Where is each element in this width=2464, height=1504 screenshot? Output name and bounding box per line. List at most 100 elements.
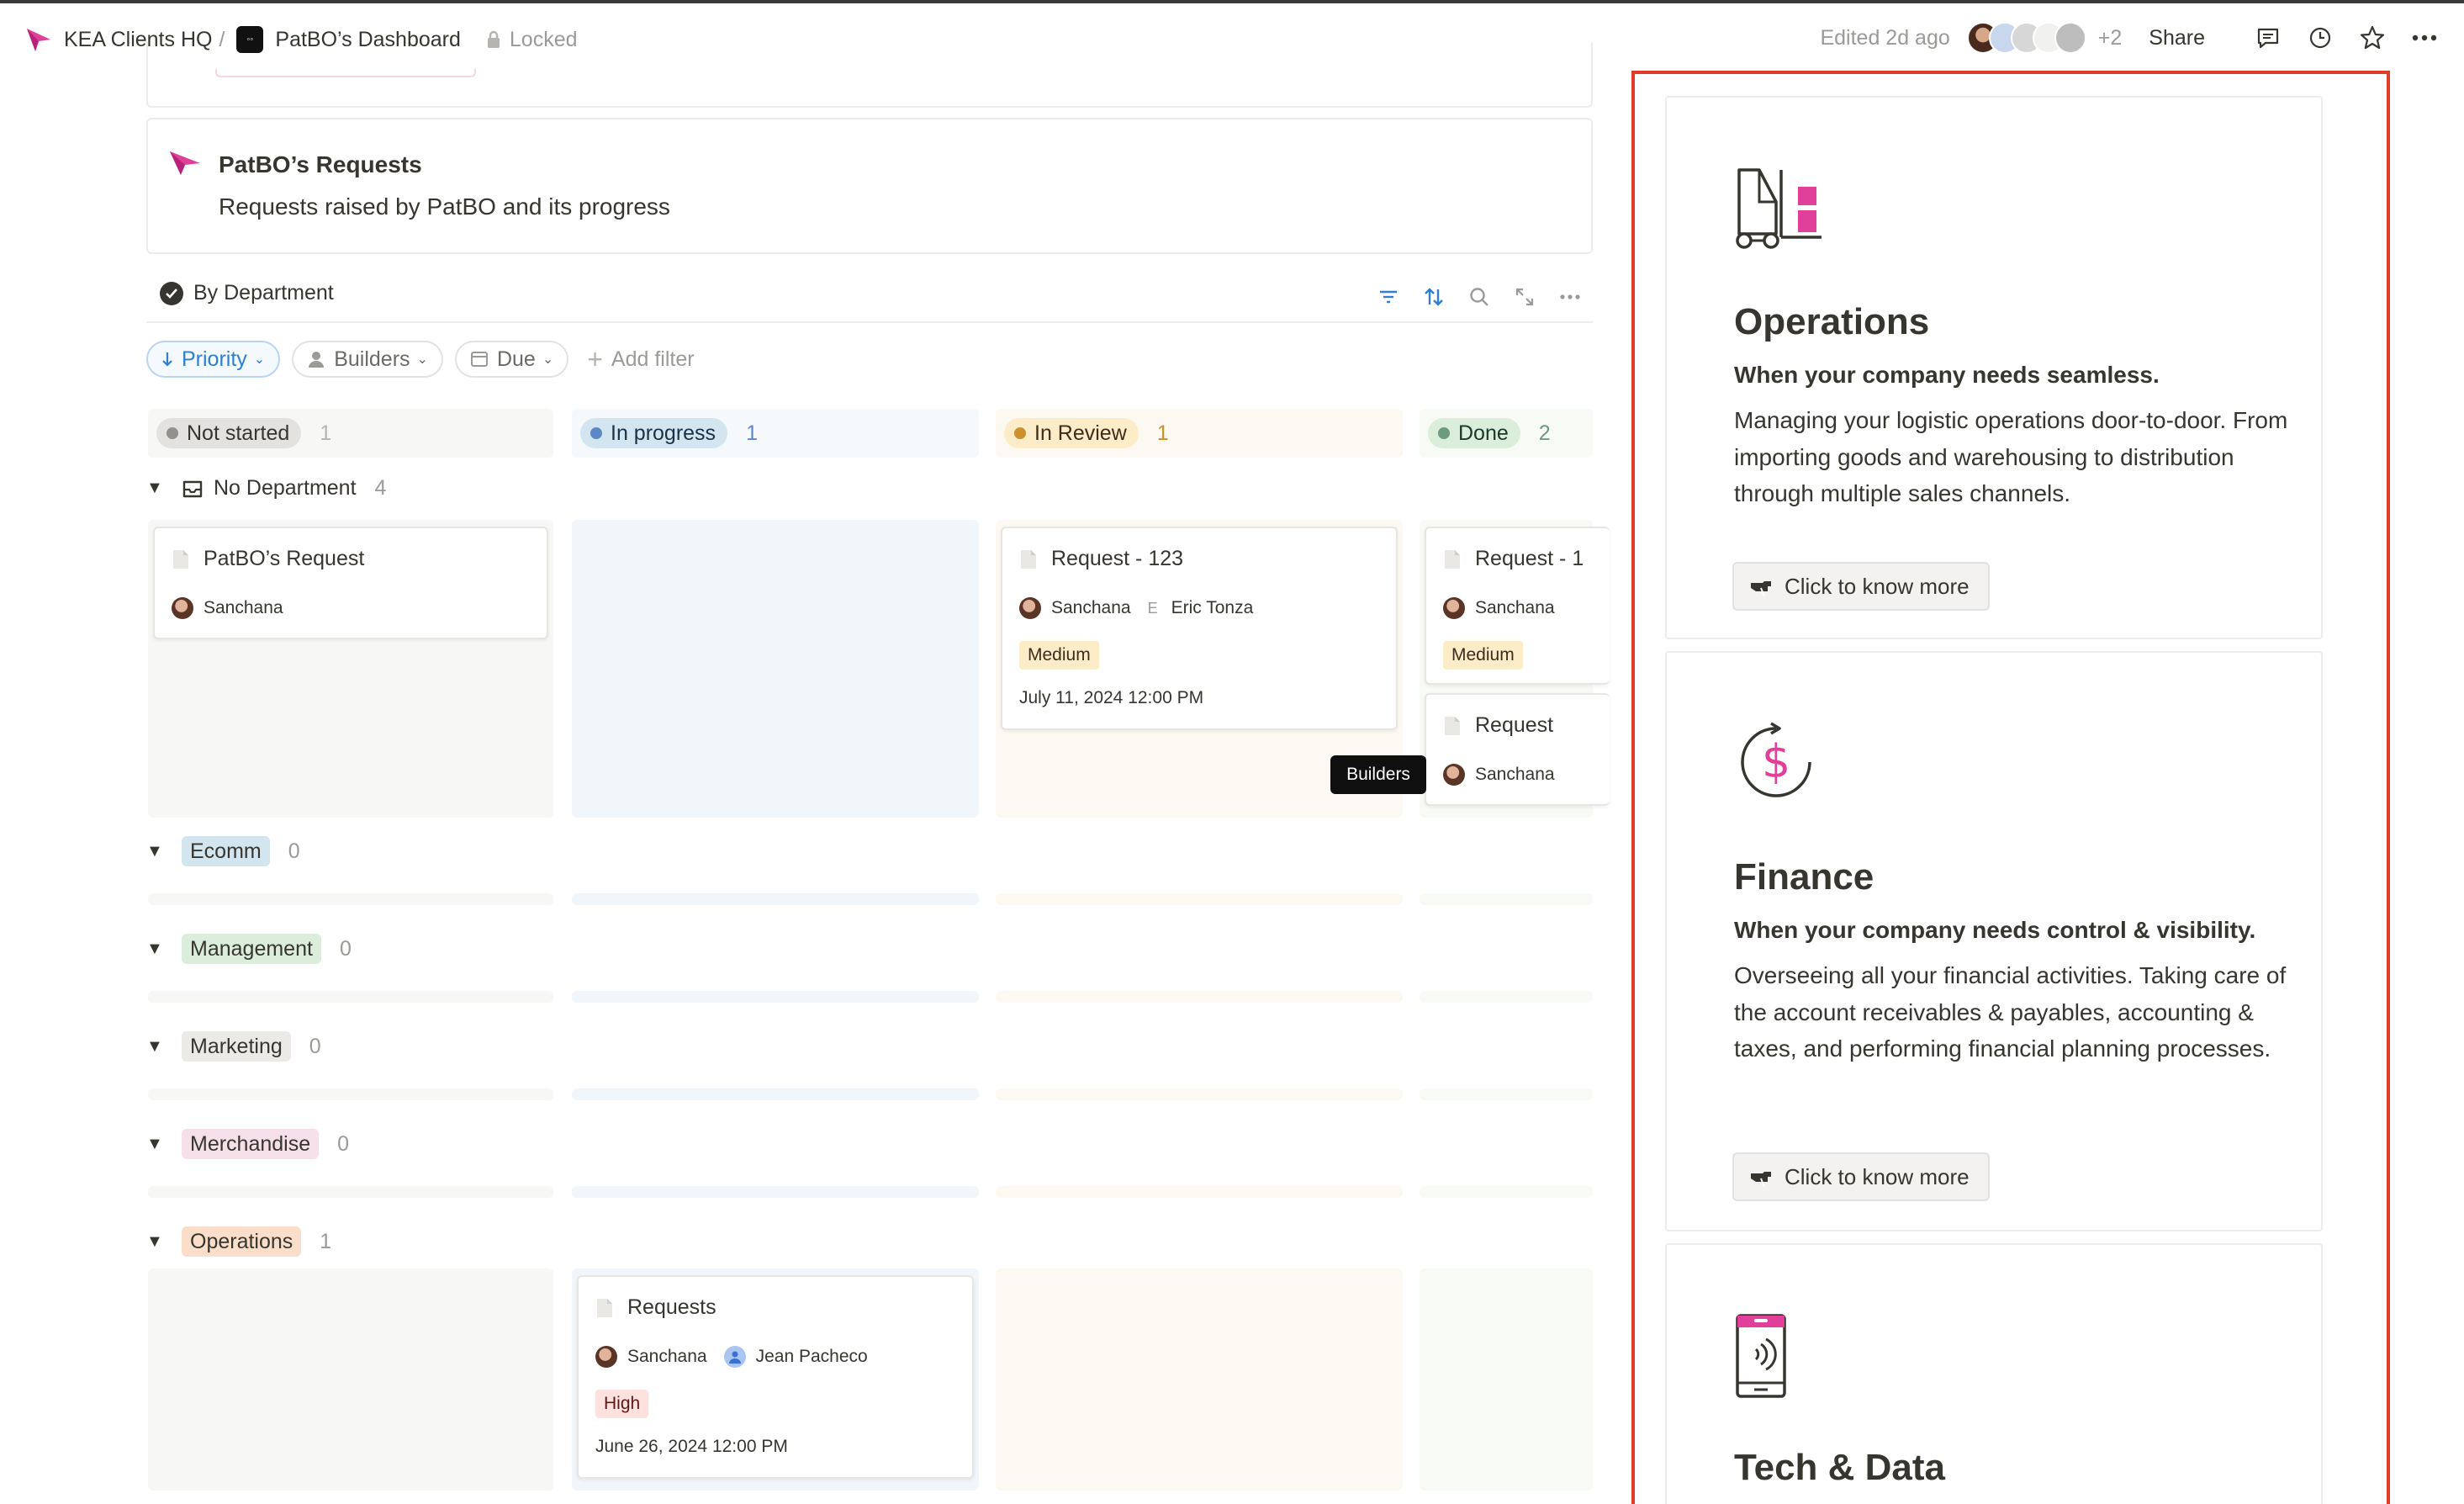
column-header-done[interactable]: Done 2 [1420,409,1593,458]
more-icon[interactable] [1547,279,1593,315]
history-icon[interactable] [2303,20,2338,56]
card-title: PatBO’s Request [204,547,365,570]
avatar [1019,597,1041,619]
services-panel: Operations When your company needs seaml… [1631,71,2390,1504]
toggle-triangle-icon[interactable]: ▼ [146,1232,163,1252]
column-header-in-review[interactable]: In Review 1 [996,409,1403,458]
card-request-1[interactable]: Request - 1 Sanchana Medium [1425,527,1610,685]
group-label: No Department [214,476,357,500]
due-date: June 26, 2024 12:00 PM [595,1437,788,1456]
group-label: Merchandise [182,1129,320,1159]
service-title: Tech & Data [1734,1447,1946,1488]
collaborator-avatars[interactable] [1966,22,2086,54]
column-header-in-progress[interactable]: In progress 1 [572,409,979,458]
column-label: Not started [187,421,290,445]
group-no-department[interactable]: ▼ No Department 4 [146,476,386,500]
know-more-button[interactable]: Click to know more [1732,1152,1990,1201]
card-patbo-request[interactable]: PatBO’s Request Sanchana [153,527,548,639]
lane-strip [996,991,1403,1003]
priority-tag: Medium [1019,641,1099,670]
more-icon[interactable] [2407,20,2442,56]
view-bar: By Department [146,274,1593,323]
inbox-icon [182,479,204,499]
group-label: Operations [182,1226,302,1257]
edited-timestamp: Edited 2d ago [1820,25,1950,50]
lane-in-progress [572,520,979,818]
filter-bar: Priority ⌄ Builders ⌄ Due ⌄ + Add filter [146,340,695,379]
group-management[interactable]: ▼ Management 0 [146,934,352,964]
card-request[interactable]: Request Sanchana [1425,693,1610,806]
status-badge: In Review [1004,418,1139,448]
document-icon [1443,715,1462,737]
priority-filter-chip[interactable]: Priority ⌄ [146,341,281,378]
toggle-triangle-icon[interactable]: ▼ [146,479,163,498]
comments-icon[interactable] [2250,20,2286,56]
due-filter-chip[interactable]: Due ⌄ [454,341,569,378]
card-assignees: Sanchana E Eric Tonza [1019,597,1253,619]
card-title: Request - 1 [1475,547,1584,570]
lane-strip [996,893,1403,905]
status-badge: Not started [156,418,302,448]
lane-strip [148,1186,553,1198]
mobile-nfc-icon [1736,1314,1786,1398]
lane-strip [572,1088,979,1100]
toggle-triangle-icon[interactable]: ▼ [146,842,163,861]
lane-strip [148,893,553,905]
group-marketing[interactable]: ▼ Marketing 0 [146,1031,321,1062]
document-icon [172,548,190,570]
calendar-icon [470,351,489,368]
view-toolbar [1366,279,1593,315]
know-more-button[interactable]: Click to know more [1732,562,1990,611]
group-operations[interactable]: ▼ Operations 1 [146,1226,331,1257]
avatar[interactable] [2054,22,2086,54]
previous-block [146,42,1593,108]
card-requests[interactable]: Requests Sanchana Jean Pacheco High June… [577,1275,974,1479]
toggle-triangle-icon[interactable]: ▼ [146,1037,163,1057]
more-collaborators-count[interactable]: +2 [2098,26,2123,50]
priority-filter-label: Priority [182,347,247,371]
column-count: 1 [1156,421,1169,445]
expand-icon[interactable] [1502,279,1547,315]
toggle-triangle-icon[interactable]: ▼ [146,1135,163,1154]
card-title: Request - 123 [1051,547,1184,570]
group-count: 4 [374,476,387,500]
filter-icon[interactable] [1366,279,1411,315]
group-count: 1 [320,1229,332,1253]
callout-title: PatBO’s Requests [219,151,422,177]
column-label: In Review [1034,421,1127,445]
avatar [1443,597,1465,619]
card-assignees: Sanchana [172,597,283,619]
lane-strip [1420,893,1593,905]
lane-in-review [996,1268,1403,1491]
lane-strip [1420,1088,1593,1100]
sort-icon[interactable] [1411,279,1457,315]
service-card-operations: Operations When your company needs seaml… [1665,96,2323,639]
card-request-123[interactable]: Request - 123 Sanchana E Eric Tonza Medi… [1001,527,1398,730]
avatar [172,597,193,619]
column-header-not-started[interactable]: Not started 1 [148,409,553,458]
view-tab-by-department[interactable]: By Department [160,281,334,305]
builders-tooltip: Builders [1330,755,1426,794]
status-dot-icon [167,427,178,439]
column-count: 1 [320,421,332,445]
status-dot-icon [590,427,602,439]
kea-logo-icon [170,151,200,175]
add-filter-button[interactable]: + Add filter [587,344,694,375]
service-subtitle: When your company needs seamless. [1734,362,2160,388]
search-icon[interactable] [1457,279,1502,315]
share-button[interactable]: Share [2149,26,2205,50]
check-circle-icon [160,281,183,305]
service-title: Finance [1734,856,1874,898]
builders-filter-chip[interactable]: Builders ⌄ [292,341,443,378]
group-merchandise[interactable]: ▼ Merchandise 0 [146,1129,349,1159]
favorite-star-icon[interactable] [2355,20,2390,56]
add-filter-label: Add filter [611,347,695,371]
group-count: 0 [339,936,352,961]
group-ecomm[interactable]: ▼ Ecomm 0 [146,836,300,866]
priority-tag: High [595,1390,649,1418]
toggle-triangle-icon[interactable]: ▼ [146,940,163,959]
kea-logo-icon [27,29,50,51]
column-label: Done [1458,421,1509,445]
service-title: Operations [1734,301,1930,342]
group-count: 0 [337,1131,350,1156]
